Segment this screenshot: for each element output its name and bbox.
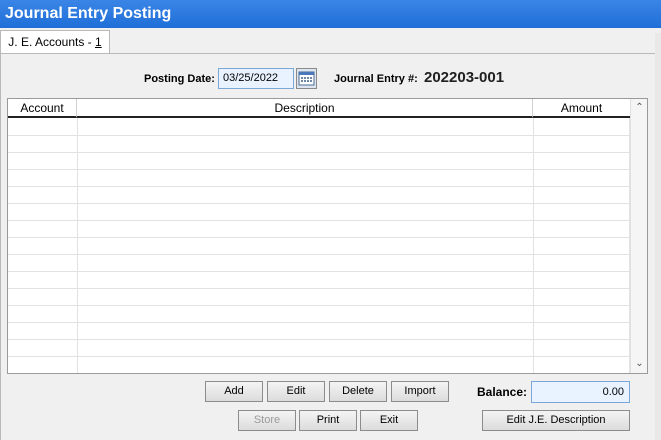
grid-row-line xyxy=(8,305,630,306)
column-header-amount[interactable]: Amount xyxy=(533,99,630,118)
tab-label: J. E. Accounts - xyxy=(8,35,95,49)
tab-strip: J. E. Accounts - 1 xyxy=(0,28,661,54)
balance-value: 0.00 xyxy=(531,381,630,403)
grid-row-line xyxy=(8,339,630,340)
posting-date-label: Posting Date: xyxy=(144,73,215,85)
column-header-description[interactable]: Description xyxy=(77,99,533,118)
accounts-grid[interactable]: Account Description Amount ⌃ ⌄ xyxy=(7,98,648,374)
grid-divider xyxy=(533,118,534,373)
balance-label: Balance: xyxy=(477,385,528,399)
exit-button[interactable]: Exit xyxy=(360,410,418,431)
window-scrollbar[interactable] xyxy=(655,33,661,440)
grid-row-line xyxy=(8,356,630,357)
edit-button[interactable]: Edit xyxy=(267,381,325,402)
grid-divider xyxy=(77,118,78,373)
grid-scrollbar[interactable]: ⌃ ⌄ xyxy=(630,99,647,373)
calendar-button[interactable] xyxy=(296,68,317,89)
window-title: Journal Entry Posting xyxy=(0,0,661,28)
grid-row-line xyxy=(8,220,630,221)
scroll-up-icon[interactable]: ⌃ xyxy=(631,99,647,116)
add-button[interactable]: Add xyxy=(205,381,263,402)
grid-row-line xyxy=(8,135,630,136)
scroll-down-icon[interactable]: ⌄ xyxy=(631,355,647,372)
posting-date-input[interactable]: 03/25/2022 xyxy=(218,68,294,89)
journal-entry-number: 202203-001 xyxy=(424,69,505,86)
grid-row-line xyxy=(8,322,630,323)
delete-button[interactable]: Delete xyxy=(329,381,387,402)
grid-row-line xyxy=(8,203,630,204)
print-button[interactable]: Print xyxy=(299,410,357,431)
import-button[interactable]: Import xyxy=(391,381,449,402)
tab-je-accounts[interactable]: J. E. Accounts - 1 xyxy=(0,30,110,54)
grid-row-line xyxy=(8,254,630,255)
column-header-account[interactable]: Account xyxy=(8,99,77,118)
tab-number: 1 xyxy=(95,35,102,49)
grid-row-line xyxy=(8,152,630,153)
grid-row-line xyxy=(8,271,630,272)
grid-row-line xyxy=(8,237,630,238)
grid-row-line xyxy=(8,288,630,289)
grid-row-line xyxy=(8,169,630,170)
store-button[interactable]: Store xyxy=(238,410,296,431)
grid-row-line xyxy=(8,186,630,187)
journal-entry-label: Journal Entry #: xyxy=(334,73,418,85)
edit-je-description-button[interactable]: Edit J.E. Description xyxy=(482,410,630,431)
calendar-icon xyxy=(298,71,315,86)
